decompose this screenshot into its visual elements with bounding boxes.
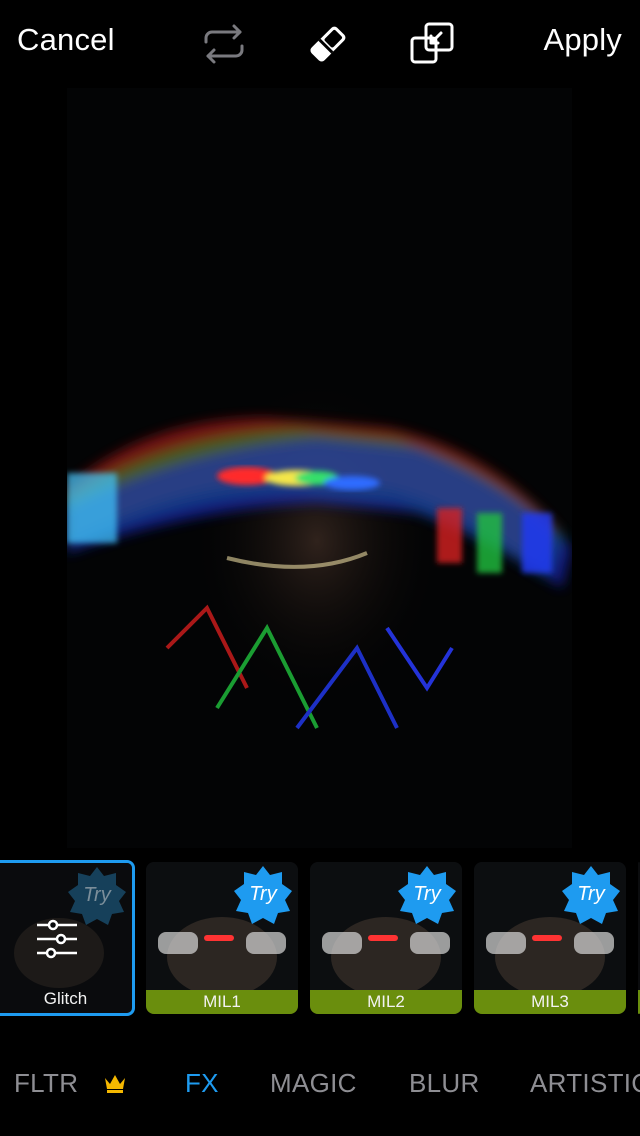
category-tabs: FLTR FX MAGIC BLUR ARTISTIC [0,1050,640,1120]
effect-thumb-mil1[interactable]: Try MIL1 [146,862,298,1014]
tab-blur[interactable]: BLUR [409,1068,480,1099]
photo-canvas[interactable] [67,88,572,848]
cancel-button[interactable]: Cancel [17,22,115,58]
compare-icon[interactable] [408,20,456,68]
tab-fltr[interactable]: FLTR [14,1068,78,1099]
try-badge: Try [398,866,456,924]
effect-label: MIL1 [146,990,298,1014]
adjust-sliders-icon[interactable] [35,917,79,961]
crown-icon [105,1075,125,1093]
apply-button[interactable]: Apply [543,22,622,58]
eraser-icon[interactable] [304,20,352,68]
effect-thumb-glitch[interactable]: Try Glitch [0,860,135,1016]
tab-magic[interactable]: MAGIC [270,1068,357,1099]
tab-fx[interactable]: FX [185,1068,219,1099]
effects-strip: Try Glitch Try MIL1 Try MIL2 Try MIL3 [0,860,640,1016]
tab-artistic[interactable]: ARTISTIC [530,1068,640,1099]
top-toolbar: Cancel Apply [0,0,640,88]
effect-label: MIL2 [310,990,462,1014]
effect-thumb-mil3[interactable]: Try MIL3 [474,862,626,1014]
effect-label: MIL3 [474,990,626,1014]
try-badge: Try [234,866,292,924]
try-badge: Try [562,866,620,924]
effect-label: Glitch [43,989,88,1008]
effect-thumb-mil2[interactable]: Try MIL2 [310,862,462,1014]
swap-icon[interactable] [200,20,248,68]
